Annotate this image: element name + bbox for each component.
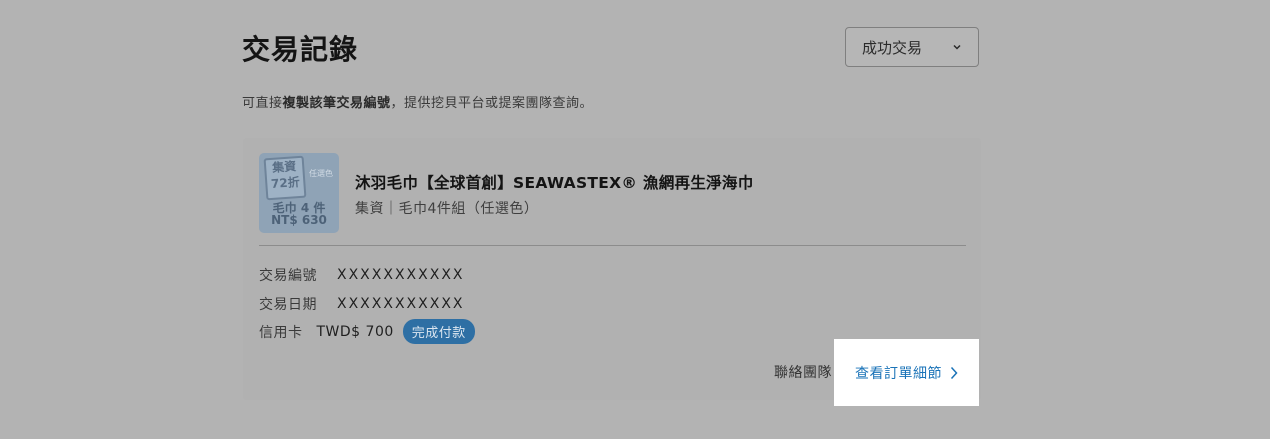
transaction-id-row: 交易編號 XXXXXXXXXXX [259, 265, 465, 285]
transaction-date-value: XXXXXXXXXXX [337, 296, 465, 312]
transaction-date-label: 交易日期 [259, 297, 317, 313]
chevron-down-icon [952, 42, 962, 52]
view-order-detail-label: 查看訂單細節 [855, 365, 942, 382]
discount-stamp: 集資 72折 [263, 155, 307, 201]
copy-hint: 可直接複製該筆交易編號，提供挖貝平台或提案團隊查詢。 [242, 96, 594, 111]
thumbnail-option-text: 任選色 [309, 169, 333, 178]
transaction-id-label: 交易編號 [259, 268, 317, 284]
payment-amount: TWD$ 700 [316, 323, 394, 340]
transaction-id-value[interactable]: XXXXXXXXXXX [337, 267, 465, 283]
payment-row: 信用卡 TWD$ 700 完成付款 [259, 319, 475, 344]
status-badge: 完成付款 [402, 319, 475, 344]
hint-emphasis: 複製該筆交易編號 [282, 96, 391, 111]
status-filter-select[interactable]: 成功交易 [845, 27, 979, 67]
page-title: 交易記錄 [242, 33, 359, 66]
product-subtitle: 集資｜毛巾4件組（任選色） [355, 201, 539, 217]
product-title: 沐羽毛巾【全球首創】SEAWASTEX® 漁網再生淨海巾 [355, 174, 754, 192]
thumbnail-price-text: NT$ 630 [271, 213, 327, 227]
contact-team-link[interactable]: 聯絡團隊 [774, 362, 832, 382]
transaction-date-row: 交易日期 XXXXXXXXXXX [259, 294, 465, 314]
product-thumbnail: 集資 72折 任選色 毛巾 4 件 NT$ 630 [259, 153, 339, 233]
chevron-right-icon [950, 366, 958, 380]
divider [259, 245, 966, 246]
view-order-detail-button[interactable]: 查看訂單細節 [834, 339, 979, 406]
payment-method-label: 信用卡 [259, 324, 303, 341]
status-filter-value: 成功交易 [862, 38, 923, 57]
